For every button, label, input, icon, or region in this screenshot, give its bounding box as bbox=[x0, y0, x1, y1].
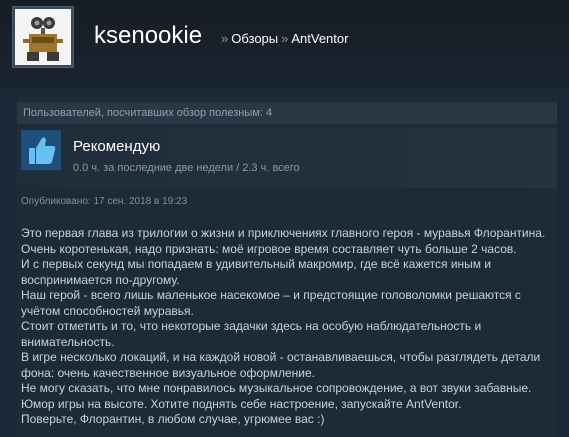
review-line: Это первая глава из трилогии о жизни и п… bbox=[21, 226, 546, 240]
review-line: В игре несколько локаций, и на каждой но… bbox=[21, 350, 541, 380]
avatar[interactable] bbox=[12, 6, 74, 68]
review-line: Очень коротенькая, надо признать: моё иг… bbox=[21, 241, 517, 256]
robot-avatar-icon bbox=[15, 9, 71, 65]
username-link[interactable]: ksenookie bbox=[94, 22, 202, 50]
review-line: Наш герой - всего лишь маленькое насеком… bbox=[21, 288, 521, 318]
profile-header: ksenookie » Обзоры» AntVentor bbox=[0, 0, 569, 88]
review-line: Поверьте, Флорантин, в любом случае, угр… bbox=[21, 412, 325, 426]
recommendation-header: Рекомендую 0.0 ч. за последние две недел… bbox=[17, 128, 557, 188]
review-line: Не могу сказать, что мне понравилось муз… bbox=[21, 381, 532, 395]
breadcrumb-separator-icon: » bbox=[281, 31, 289, 46]
review-line: Стоит отметить и то, что некоторые задач… bbox=[21, 319, 482, 349]
breadcrumb-game[interactable]: AntVentor bbox=[291, 31, 348, 46]
breadcrumb-reviews[interactable]: Обзоры bbox=[231, 31, 278, 46]
thumbs-up-icon bbox=[21, 130, 61, 170]
recommend-label: Рекомендую bbox=[73, 138, 161, 155]
review-body: Это первая глава из трилогии о жизни и п… bbox=[21, 226, 557, 428]
helpful-count: Пользователей, посчитавших обзор полезны… bbox=[17, 102, 557, 124]
review-line: Юмор игры на высоте. Хотите поднять себе… bbox=[21, 396, 462, 411]
breadcrumb: » Обзоры» AntVentor bbox=[218, 31, 348, 46]
playtime-text: 0.0 ч. за последние две недели / 2.3 ч. … bbox=[73, 162, 300, 174]
posted-date: Опубликовано: 17 сен. 2018 в 19:23 bbox=[21, 196, 188, 207]
review-panel: Пользователей, посчитавших обзор полезны… bbox=[17, 96, 557, 437]
review-line: И с первых секунд мы попадаем в удивител… bbox=[21, 257, 492, 287]
breadcrumb-separator-icon: » bbox=[221, 31, 229, 46]
